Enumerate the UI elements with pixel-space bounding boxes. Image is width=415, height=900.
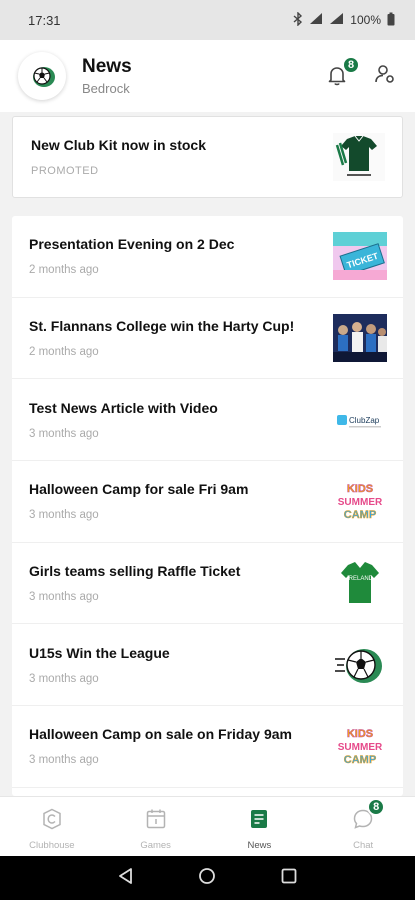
camp-text-kids: KIDS <box>347 483 373 495</box>
bluetooth-icon <box>293 10 303 29</box>
news-title: Halloween Camp for sale Fri 9am <box>29 481 249 498</box>
wifi-icon <box>329 12 344 28</box>
news-title: Halloween Camp on sale on Friday 9am <box>29 726 292 743</box>
news-list: Presentation Evening on 2 Dec 2 months a… <box>12 216 403 796</box>
clubzap-logo-image: ClubZap <box>333 395 387 444</box>
nav-label: Chat <box>353 840 374 851</box>
promoted-news-card[interactable]: New Club Kit now in stock PROMOTED <box>12 116 403 198</box>
ticket-image: TICKET <box>333 232 387 281</box>
club-logo-avatar[interactable] <box>18 52 66 100</box>
nav-label: Clubhouse <box>29 840 75 851</box>
news-time: 3 months ago <box>29 591 99 604</box>
status-icons: 100% <box>293 10 395 29</box>
camp-text-camp: CAMP <box>344 509 376 521</box>
system-navigation-bar <box>0 856 415 900</box>
news-item[interactable]: Halloween Camp for sale Fri 9am 3 months… <box>12 461 403 543</box>
camp-text-summer: SUMMER <box>338 497 383 508</box>
club-kit-image <box>332 133 386 181</box>
news-item[interactable]: U15s Win the League 3 months ago <box>12 624 403 707</box>
bottom-navigation: Clubhouse Games News 8 Chat <box>0 796 415 856</box>
news-item[interactable]: Presentation Evening on 2 Dec 2 months a… <box>12 216 403 298</box>
user-settings-icon <box>375 64 394 83</box>
nav-games[interactable]: Games <box>104 797 208 856</box>
news-item[interactable]: Girls teams selling Raffle Ticket 3 mont… <box>12 543 403 625</box>
status-time: 17:31 <box>28 12 61 28</box>
nav-news[interactable]: News <box>208 797 312 856</box>
chat-badge: 8 <box>367 798 386 816</box>
news-item[interactable]: Test News Article with Video 3 months ag… <box>12 379 403 462</box>
news-title: U15s Win the League <box>29 644 170 661</box>
status-bar: 17:31 100% <box>0 0 415 40</box>
kids-camp-image: KIDS SUMMER CAMP <box>333 722 387 771</box>
news-time: 3 months ago <box>29 672 99 685</box>
news-title: Girls teams selling Raffle Ticket <box>29 563 241 580</box>
back-icon[interactable] <box>117 867 135 890</box>
camp-text-summer: SUMMER <box>338 742 383 753</box>
news-title: St. Flannans College win the Harty Cup! <box>29 318 295 335</box>
nav-label: Games <box>140 840 171 851</box>
news-time: 3 months ago <box>29 509 99 522</box>
profile-button[interactable] <box>373 62 397 91</box>
signal-icon <box>309 12 323 28</box>
news-icon <box>247 807 271 831</box>
notification-badge: 8 <box>342 56 360 74</box>
kids-camp-image: KIDS SUMMER CAMP <box>333 477 387 526</box>
clubhouse-icon <box>40 807 64 831</box>
home-icon[interactable] <box>198 867 216 890</box>
page-title: News <box>82 56 132 77</box>
nav-clubhouse[interactable]: Clubhouse <box>0 797 104 856</box>
clubzap-logo-text: ClubZap <box>349 416 380 425</box>
camp-text-camp: CAMP <box>344 754 376 766</box>
battery-percent: 100% <box>350 13 381 27</box>
news-time: 3 months ago <box>29 754 99 767</box>
news-item[interactable]: St. Flannans College win the Harty Cup! … <box>12 298 403 380</box>
news-time: 2 months ago <box>29 264 99 277</box>
news-title: Test News Article with Video <box>29 399 218 416</box>
recents-icon[interactable] <box>280 867 298 890</box>
green-jersey-image: IRELAND <box>333 559 387 608</box>
club-name: Bedrock <box>82 81 130 96</box>
jersey-text: IRELAND <box>347 576 374 582</box>
team-photo-image <box>333 314 387 363</box>
camp-text-kids: KIDS <box>347 728 373 740</box>
news-time: 2 months ago <box>29 346 99 359</box>
news-time: 3 months ago <box>29 427 99 440</box>
promo-title: New Club Kit now in stock <box>31 137 207 153</box>
nav-chat[interactable]: 8 Chat <box>311 797 415 856</box>
notifications-button[interactable]: 8 <box>325 56 360 89</box>
app-header: News Bedrock 8 <box>0 40 415 112</box>
football-image <box>333 640 387 689</box>
battery-icon <box>387 12 395 29</box>
promoted-label: PROMOTED <box>31 165 99 177</box>
news-item[interactable]: Halloween Camp on sale on Friday 9am 3 m… <box>12 706 403 788</box>
nav-label: News <box>247 840 272 851</box>
news-title: Presentation Evening on 2 Dec <box>29 236 235 253</box>
soccer-ball-icon <box>33 67 55 87</box>
chat-icon: 8 <box>351 798 386 831</box>
calendar-icon <box>144 807 168 831</box>
